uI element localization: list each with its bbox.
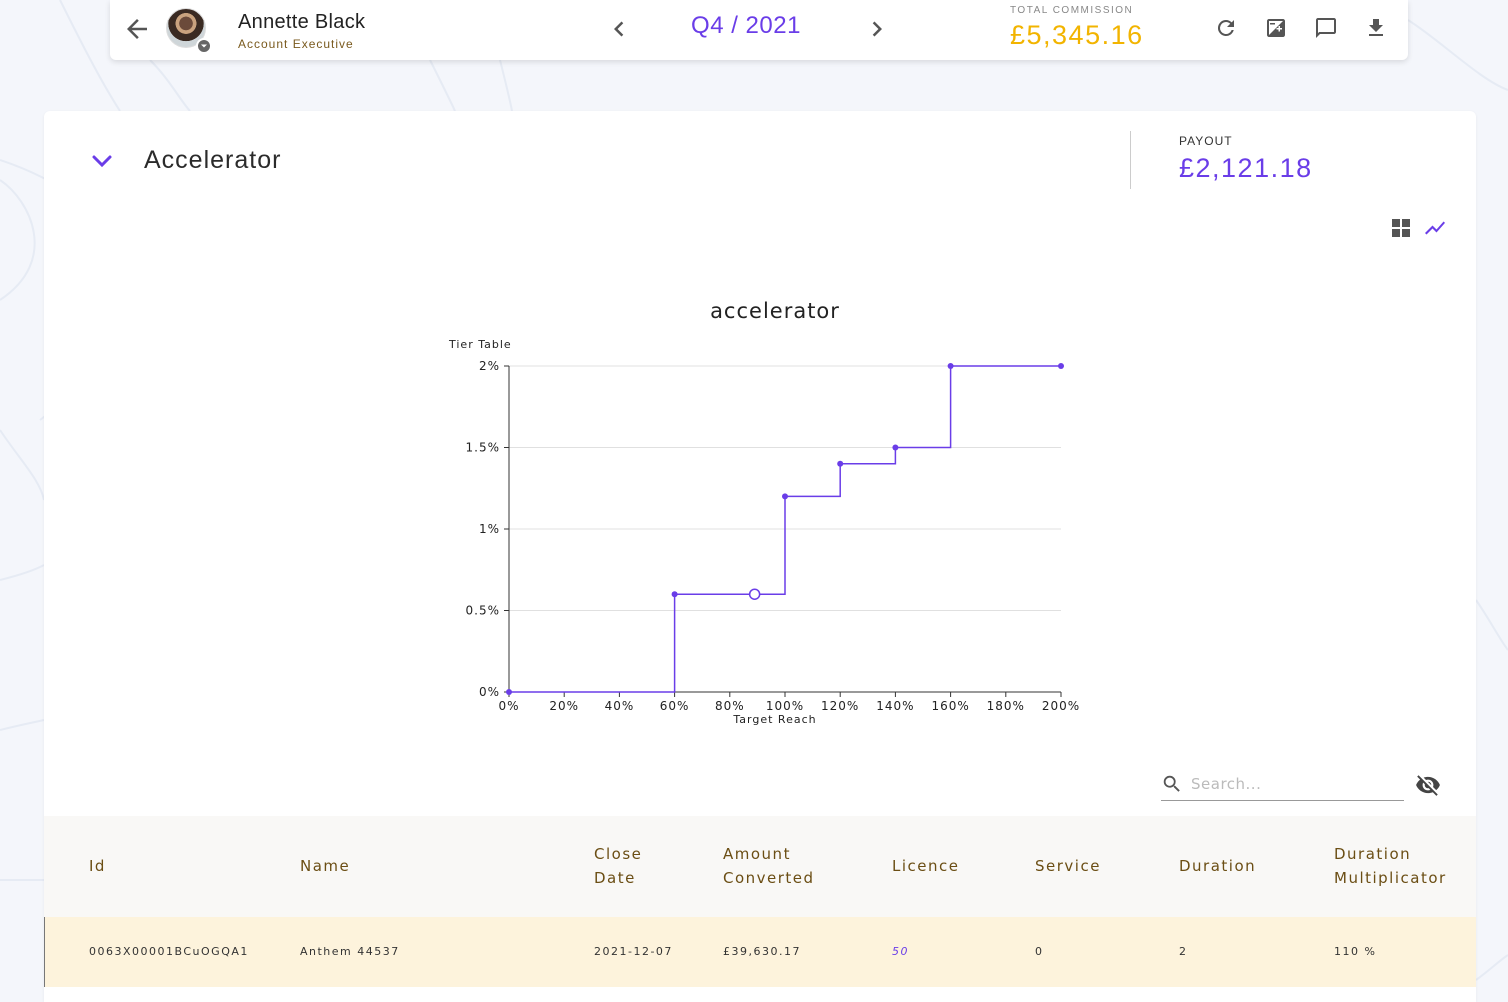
- search-box: [1161, 767, 1404, 801]
- chart-y-axis-label: Tier Table: [448, 338, 512, 351]
- user-role: Account Executive: [238, 37, 354, 51]
- chart-x-tick-label: 0%: [498, 699, 519, 713]
- chart-x-axis-label: Target Reach: [732, 713, 816, 726]
- column-header-label: Date: [594, 869, 636, 887]
- cell-duration-multiplicator: 110 %: [1334, 945, 1377, 958]
- chart-x-tick-label: 20%: [549, 699, 579, 713]
- table-header: Id Name Close Date Amount Converted Licenc…: [44, 816, 1476, 917]
- chart-data-point: [892, 444, 899, 451]
- back-arrow-icon[interactable]: [122, 14, 152, 44]
- chart-x-tick-label: 100%: [766, 699, 804, 713]
- chart-data-point: [837, 460, 844, 467]
- chart-x-tick-label: 180%: [987, 699, 1025, 713]
- column-header-licence[interactable]: Licence: [892, 854, 959, 878]
- cell-service: 0: [1035, 945, 1044, 958]
- chart-x-tick-label: 120%: [821, 699, 859, 713]
- search-icon: [1163, 775, 1180, 792]
- accelerator-card: Accelerator PAYOUT £2,121.18 accelerator…: [44, 111, 1476, 1002]
- chevron-right-icon[interactable]: [862, 14, 892, 44]
- total-commission-value: £5,345.16: [1010, 20, 1144, 50]
- column-header-label: Duration: [1334, 845, 1412, 863]
- download-icon[interactable]: [1364, 16, 1388, 40]
- column-header-service[interactable]: Service: [1035, 854, 1101, 878]
- column-header-duration[interactable]: Duration: [1179, 854, 1256, 878]
- chart-y-tick-label: 2%: [479, 359, 500, 373]
- column-header-label: Close: [594, 845, 643, 863]
- cell-licence-link[interactable]: 50: [892, 945, 909, 958]
- chart-data-point: [782, 493, 788, 500]
- column-header-label: Id: [89, 857, 106, 875]
- comment-icon[interactable]: [1314, 16, 1338, 40]
- visibility-off-icon[interactable]: [1415, 772, 1441, 798]
- search-input[interactable]: [1191, 772, 1396, 796]
- cell-id: 0063X00001BCuOGQA1: [89, 945, 249, 958]
- chart-y-tick-label: 1.5%: [466, 441, 501, 455]
- chart-x-tick-label: 60%: [660, 699, 690, 713]
- column-header-duration-multiplicator[interactable]: Duration Multiplicator: [1334, 842, 1447, 890]
- chevron-left-icon[interactable]: [604, 14, 634, 44]
- chart-y-tick-label: 1%: [479, 522, 500, 536]
- chart-data-point: [1058, 363, 1064, 369]
- column-header-label: Multiplicator: [1334, 869, 1447, 887]
- cell-amount-converted: £39,630.17: [723, 945, 801, 958]
- top-bar: Annette Black Account Executive Q4 / 202…: [110, 0, 1408, 60]
- column-header-close-date[interactable]: Close Date: [594, 842, 642, 890]
- chart-x-tick-label: 200%: [1042, 699, 1080, 713]
- adjust-icon[interactable]: [1264, 16, 1288, 40]
- chart-data-point: [506, 689, 512, 695]
- user-name: Annette Black: [238, 11, 366, 33]
- chart-current-position-marker: [748, 588, 761, 600]
- chart-data-point: [947, 363, 954, 369]
- chart-data-point: [671, 591, 678, 598]
- column-header-label: Duration: [1179, 857, 1257, 875]
- column-header-label: Amount: [723, 845, 791, 863]
- table-row[interactable]: 0063X00001BCuOGQA1 Anthem 44537 2021-12-…: [44, 917, 1476, 987]
- total-commission-label: TOTAL COMMISSION: [1010, 5, 1134, 16]
- column-header-amount-converted[interactable]: Amount Converted: [723, 842, 815, 890]
- chart-y-tick-label: 0%: [479, 685, 500, 699]
- column-header-label: Converted: [723, 869, 815, 887]
- chart-y-tick-label: 0.5%: [466, 604, 501, 618]
- accelerator-chart: accelerator Tier Table Target Reach 0% 0.…: [448, 299, 1080, 726]
- cell-name: Anthem 44537: [300, 945, 400, 958]
- chart-x-tick-label: 140%: [876, 699, 914, 713]
- column-header-id[interactable]: Id: [89, 854, 106, 878]
- chart-x-tick-label: 160%: [931, 699, 969, 713]
- column-header-name[interactable]: Name: [300, 854, 350, 878]
- period-label: Q4 / 2021: [691, 12, 801, 39]
- chart-x-tick-label: 40%: [605, 699, 635, 713]
- chart-title: accelerator: [710, 299, 840, 323]
- cell-close-date: 2021-12-07: [594, 945, 673, 958]
- column-header-label: Licence: [892, 857, 960, 875]
- column-header-label: Name: [300, 857, 351, 875]
- cell-duration: 2: [1179, 945, 1188, 958]
- chart-x-tick-label: 80%: [715, 699, 745, 713]
- column-header-label: Service: [1035, 857, 1101, 875]
- avatar-menu-icon[interactable]: [196, 38, 212, 54]
- refresh-icon[interactable]: [1214, 16, 1238, 40]
